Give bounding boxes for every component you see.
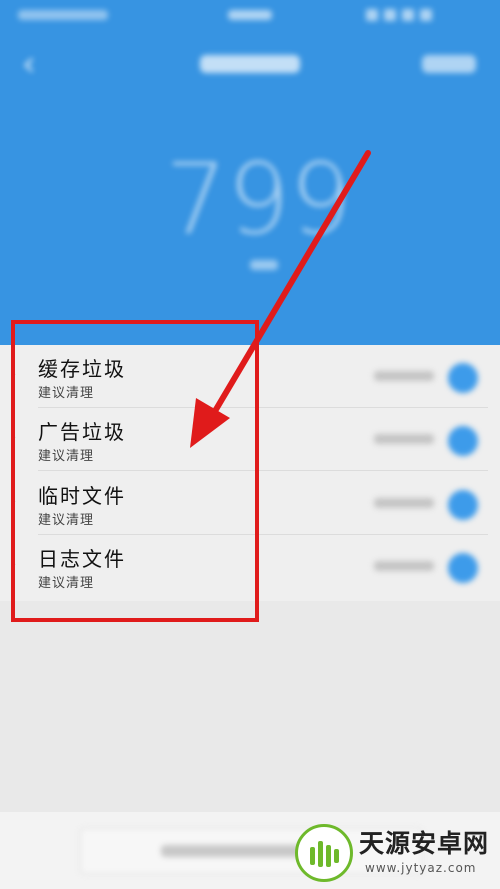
page-title (200, 55, 300, 73)
status-icons (360, 9, 480, 21)
junk-size-unit (250, 260, 278, 270)
status-time (228, 10, 272, 20)
check-circle-icon[interactable] (448, 363, 478, 393)
header-action-button[interactable] (422, 55, 476, 73)
check-circle-icon[interactable] (448, 553, 478, 583)
android-icon (310, 841, 339, 867)
watermark-name: 天源安卓网 (359, 829, 490, 858)
header: ‹ 799 (0, 0, 500, 345)
alarm-icon (366, 9, 378, 21)
annotation-highlight-box (11, 320, 259, 622)
watermark: 天源安卓网 www.jytyaz.com (295, 814, 500, 889)
list-item-size (374, 371, 434, 381)
battery-icon (420, 9, 432, 21)
watermark-url: www.jytyaz.com (365, 861, 477, 875)
list-item-size (374, 561, 434, 571)
signal-icon (402, 9, 414, 21)
check-circle-icon[interactable] (448, 426, 478, 456)
wifi-icon (384, 9, 396, 21)
list-item-size (374, 498, 434, 508)
back-icon[interactable]: ‹ (22, 47, 50, 81)
android-logo-icon (295, 824, 353, 882)
carrier-label (18, 10, 108, 20)
check-circle-icon[interactable] (448, 490, 478, 520)
junk-size-number: 799 (165, 143, 353, 257)
list-item-size (374, 434, 434, 444)
status-bar (0, 0, 500, 32)
